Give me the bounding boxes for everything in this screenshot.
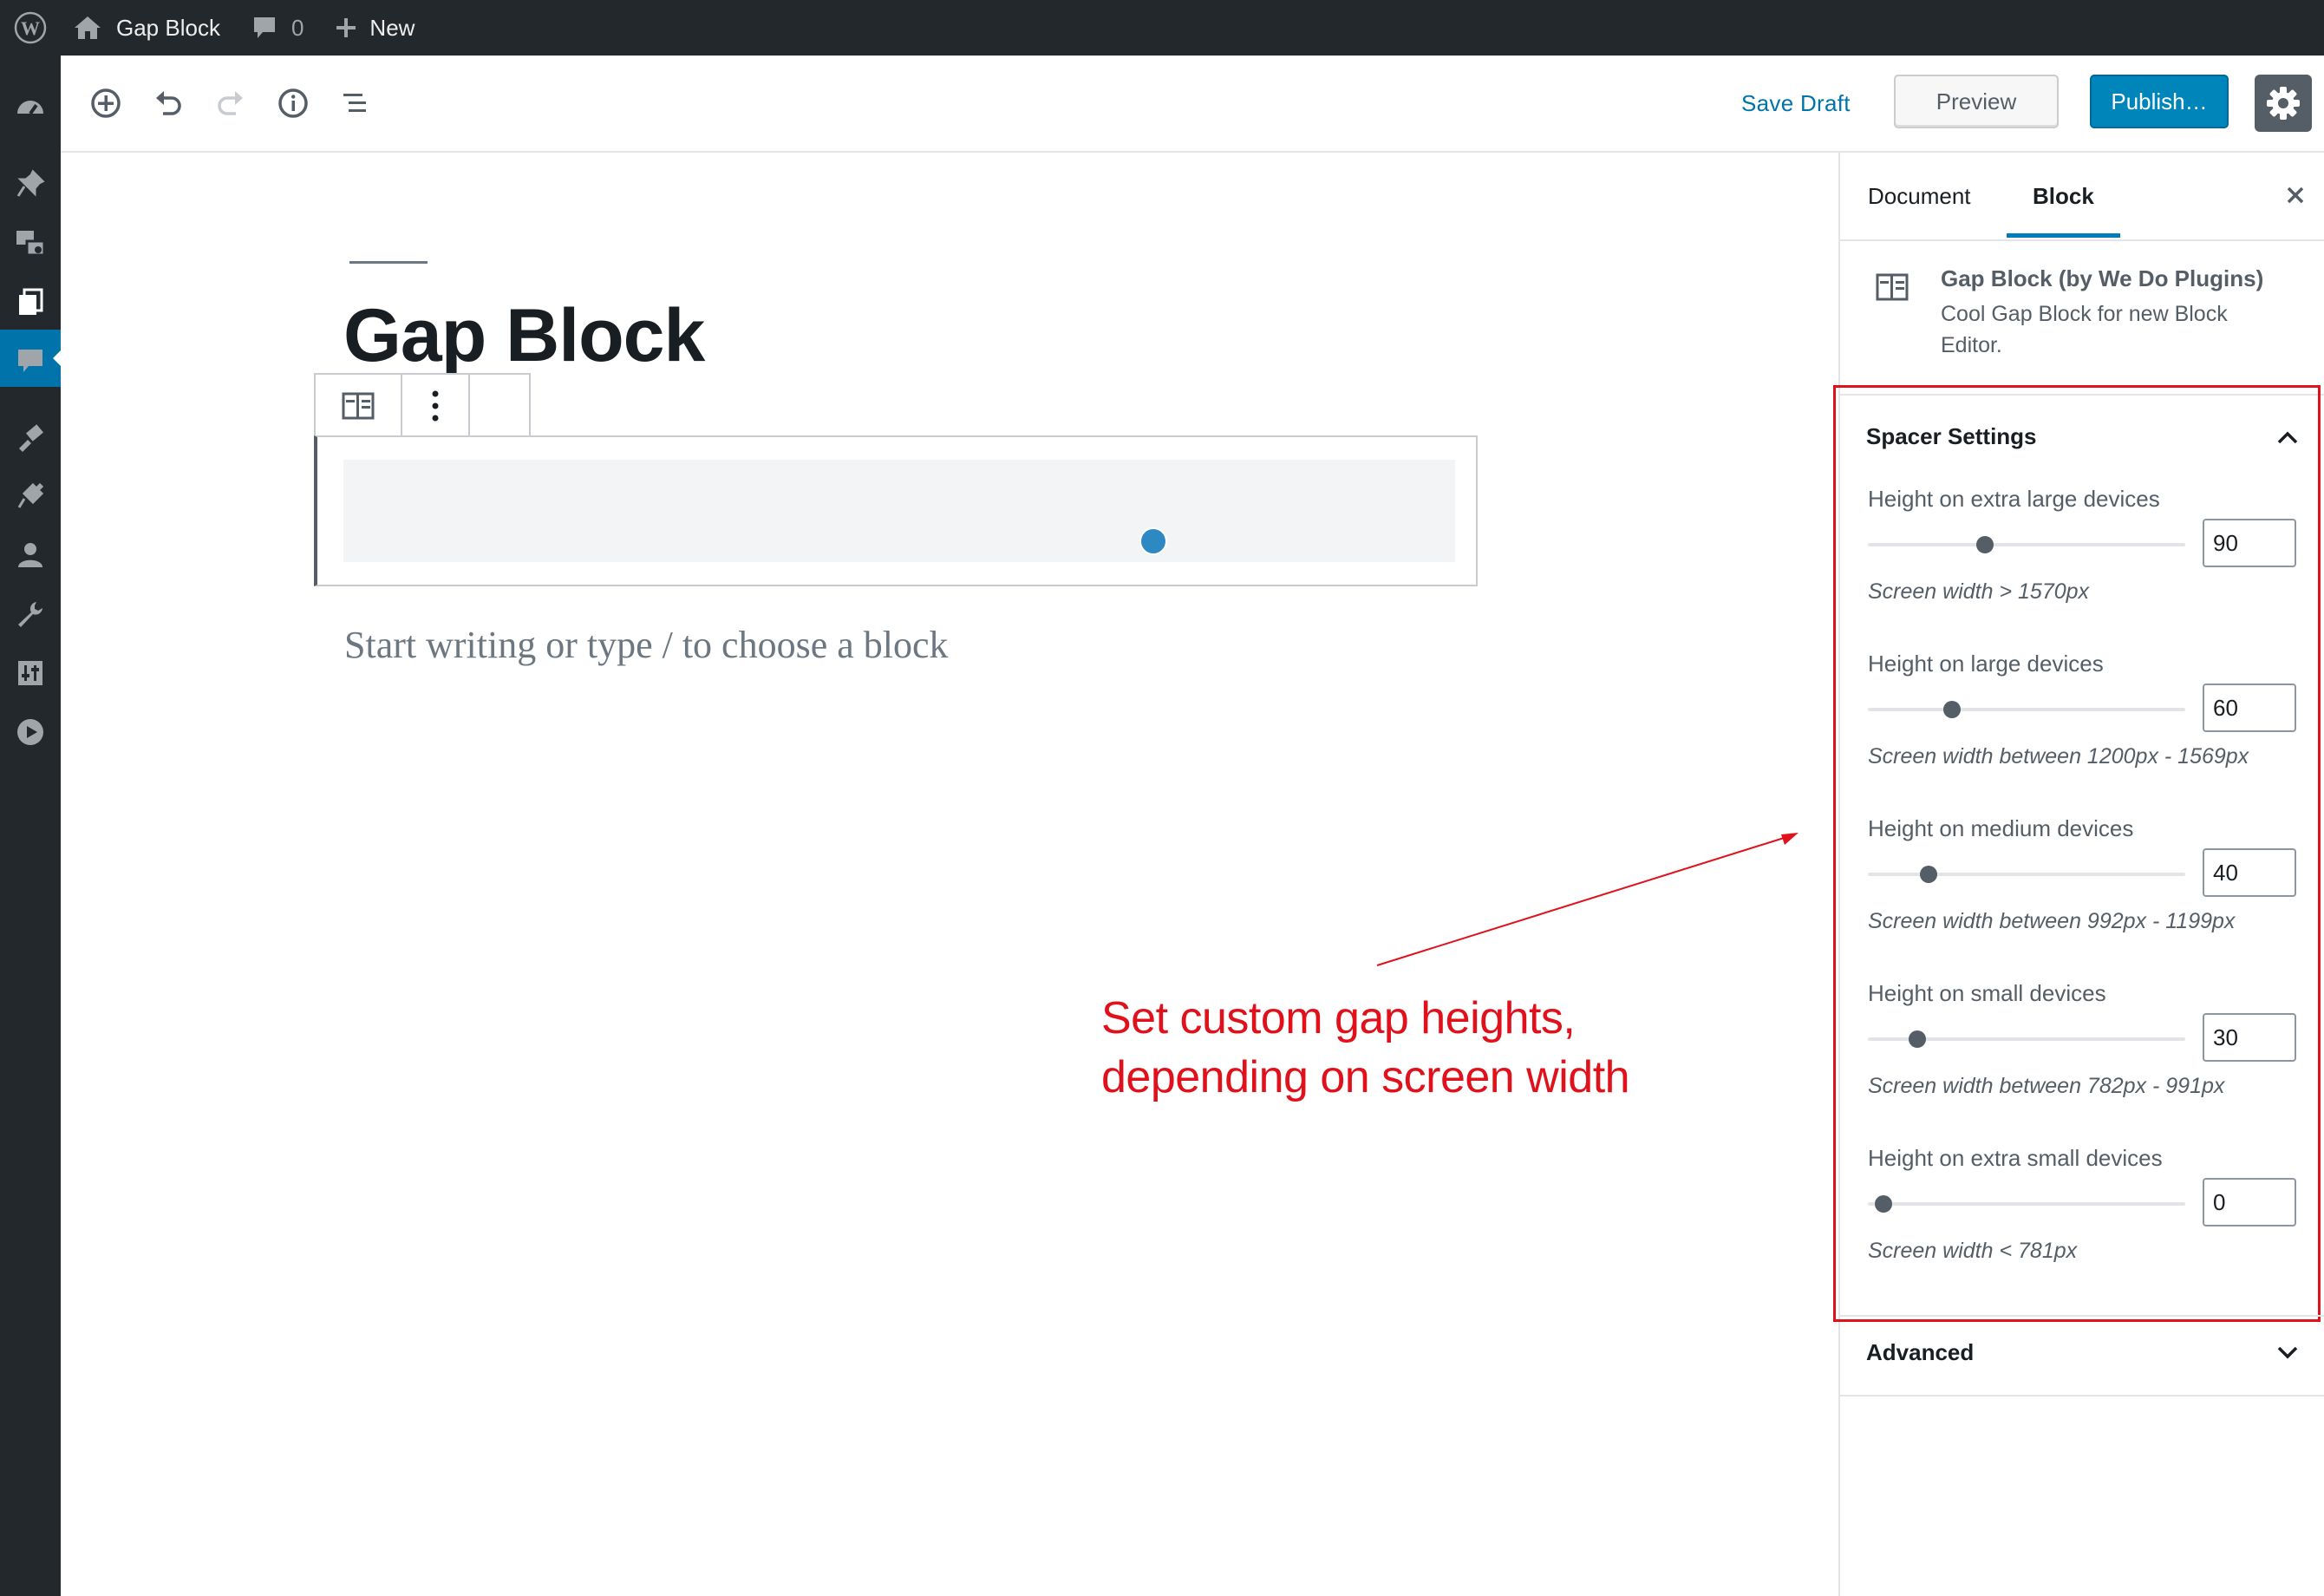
tab-block[interactable]: Block — [2007, 153, 2120, 238]
control-label: Height on large devices — [1868, 651, 2104, 677]
height-control-sm: Height on small devices 30 Screen width … — [1868, 980, 2301, 1136]
slider-thumb[interactable] — [1875, 1195, 1893, 1213]
admin-menu — [0, 56, 62, 1596]
posts-icon[interactable] — [13, 167, 48, 201]
slider-thumb[interactable] — [1919, 866, 1937, 883]
slider-thumb[interactable] — [1908, 1030, 1926, 1048]
height-slider[interactable] — [1868, 701, 2185, 718]
tools-icon[interactable] — [13, 597, 48, 631]
media-icon[interactable] — [13, 226, 48, 260]
height-number-input[interactable]: 90 — [2203, 519, 2296, 567]
settings-toggle-button[interactable] — [2255, 75, 2312, 132]
editor-canvas: Gap Block Start writing or type / to cho… — [61, 153, 1838, 1596]
height-number-input[interactable]: 60 — [2203, 684, 2296, 732]
advanced-panel-toggle[interactable]: Advanced — [1866, 1339, 1974, 1366]
new-content-link[interactable]: New — [335, 0, 415, 56]
height-control-lg: Height on large devices 60 Screen width … — [1868, 651, 2301, 807]
control-help-text: Screen width > 1570px — [1868, 579, 2090, 604]
home-icon — [75, 16, 101, 39]
editor-header-toolbar: Save Draft Preview Publish… — [61, 56, 2324, 153]
control-help-text: Screen width between 782px - 991px — [1868, 1074, 2225, 1098]
new-content-label: New — [369, 14, 415, 41]
pages-icon[interactable] — [13, 285, 48, 319]
comments-icon[interactable] — [13, 343, 48, 378]
dashboard-icon[interactable] — [13, 88, 48, 123]
sidebar-tabs: Document Block — [1840, 153, 2324, 241]
control-help-text: Screen width between 992px - 1199px — [1868, 909, 2236, 933]
plus-icon — [336, 18, 356, 37]
advanced-panel-chevron[interactable] — [2270, 1338, 2305, 1369]
close-icon — [2287, 186, 2304, 204]
slider-thumb[interactable] — [1976, 536, 1994, 553]
site-name-link[interactable]: Gap Block — [73, 0, 220, 56]
svg-text:W: W — [21, 17, 40, 39]
settings-sidebar: Document Block Gap Block (by We Do Plugi… — [1833, 153, 2324, 1596]
height-control-xs: Height on extra small devices 0 Screen w… — [1868, 1145, 2301, 1301]
control-label: Height on small devices — [1868, 980, 2106, 1006]
advanced-panel: Advanced — [1840, 1315, 2324, 1396]
media-player-icon[interactable] — [13, 715, 48, 749]
publish-button[interactable]: Publish… — [2090, 75, 2229, 128]
spacer-settings-chevron[interactable] — [2270, 422, 2305, 453]
annotation-arrow — [1376, 833, 1798, 966]
height-number-input[interactable]: 30 — [2203, 1013, 2296, 1062]
spacer-settings-toggle[interactable]: Spacer Settings — [1866, 423, 2037, 450]
plugins-icon[interactable] — [13, 479, 48, 513]
block-navigation-button[interactable] — [335, 82, 376, 124]
comments-link[interactable]: 0 — [251, 0, 304, 56]
gear-icon — [2267, 87, 2300, 120]
content-info-button[interactable] — [272, 82, 314, 124]
height-slider[interactable] — [1868, 866, 2185, 883]
appearance-icon[interactable] — [13, 420, 48, 455]
close-sidebar-button[interactable] — [2281, 180, 2310, 210]
control-help-text: Screen width < 781px — [1868, 1239, 2078, 1263]
save-draft-button[interactable]: Save Draft — [1741, 85, 1851, 121]
redo-icon — [218, 91, 243, 115]
preview-button[interactable]: Preview — [1894, 75, 2059, 128]
gap-block-icon — [1876, 273, 1909, 301]
settings-icon[interactable] — [13, 656, 48, 690]
block-card: Gap Block (by We Do Plugins) Cool Gap Bl… — [1840, 241, 2324, 396]
height-slider[interactable] — [1868, 1195, 2185, 1213]
info-icon — [278, 88, 308, 118]
height-number-input[interactable]: 0 — [2203, 1178, 2296, 1226]
block-card-title: Gap Block (by We Do Plugins) — [1941, 265, 2264, 291]
add-block-button[interactable] — [85, 82, 127, 124]
list-icon — [343, 94, 366, 112]
tab-document[interactable]: Document — [1868, 153, 1971, 238]
control-help-text: Screen width between 1200px - 1569px — [1868, 744, 2249, 769]
add-block-icon — [91, 88, 121, 118]
undo-button[interactable] — [147, 82, 189, 124]
chevron-down-icon — [2277, 1346, 2298, 1359]
comments-count: 0 — [290, 14, 304, 41]
slider-thumb[interactable] — [1942, 701, 1961, 718]
site-name-label: Gap Block — [116, 14, 220, 41]
height-control-xl: Height on extra large devices 90 Screen … — [1868, 486, 2301, 642]
height-slider[interactable] — [1868, 536, 2185, 553]
admin-bar: W Gap Block 0 New — [0, 0, 2324, 56]
wordpress-logo-icon: W — [14, 11, 47, 44]
chevron-up-icon — [2277, 431, 2298, 444]
height-slider[interactable] — [1868, 1030, 2185, 1048]
users-icon[interactable] — [13, 538, 48, 572]
comment-bubble-icon — [253, 17, 275, 38]
control-label: Height on medium devices — [1868, 815, 2134, 841]
wordpress-logo-button[interactable]: W — [0, 0, 61, 56]
block-card-description: Cool Gap Block for new Block Editor. — [1941, 302, 2228, 357]
height-number-input[interactable]: 40 — [2203, 848, 2296, 897]
height-control-md: Height on medium devices 40 Screen width… — [1868, 815, 2301, 971]
control-label: Height on extra large devices — [1868, 486, 2160, 512]
redo-button[interactable] — [210, 82, 251, 124]
control-label: Height on extra small devices — [1868, 1145, 2163, 1171]
undo-icon — [156, 91, 181, 115]
